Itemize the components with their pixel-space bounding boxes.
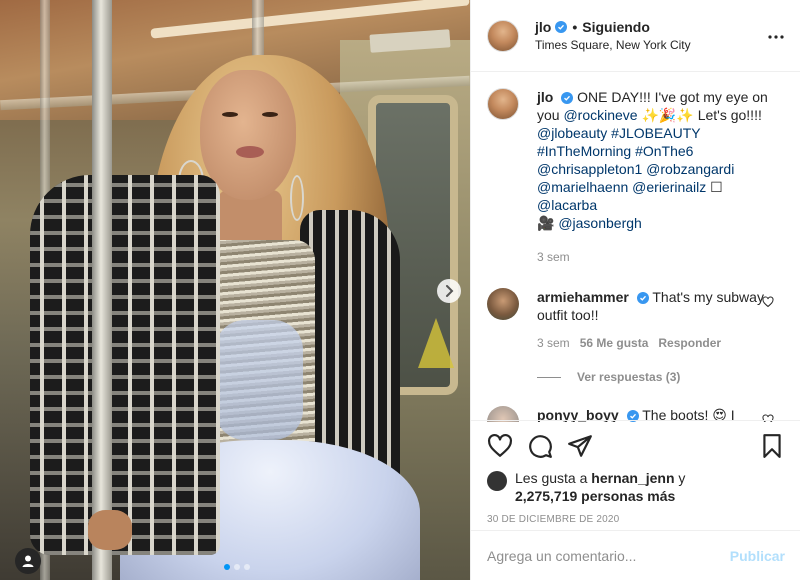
comment-username[interactable]: armiehammer <box>537 289 629 305</box>
caption-meta: 3 sem <box>537 248 769 266</box>
carousel-dot <box>244 564 250 570</box>
likes-count[interactable]: 2,275,719 personas más <box>515 488 675 504</box>
comment-time[interactable]: 3 sem <box>537 334 570 352</box>
bookmark-icon[interactable] <box>759 433 785 459</box>
mention-link[interactable]: @robzangardi <box>646 161 734 177</box>
heart-icon[interactable] <box>762 296 774 308</box>
comments-list[interactable]: jlo ONE DAY!!! I've got my eye on you @r… <box>471 72 800 422</box>
separator-dot: • <box>572 19 578 35</box>
post-header: jlo • Siguiendo Times Square, New York C… <box>471 0 800 72</box>
view-replies-button[interactable]: Ver respuestas (3) <box>537 370 784 384</box>
comment-likes[interactable]: 56 Me gusta <box>580 334 649 352</box>
replies-line <box>537 376 561 378</box>
like-heart-icon[interactable] <box>487 433 513 459</box>
post-side-panel: jlo • Siguiendo Times Square, New York C… <box>470 0 800 580</box>
carousel-dot <box>234 564 240 570</box>
hand <box>88 510 132 550</box>
earring <box>290 175 304 221</box>
hashtag-link[interactable]: #InTheMorning <box>537 143 631 159</box>
bodice <box>215 320 303 440</box>
publish-button[interactable]: Publicar <box>730 548 785 564</box>
carousel-indicator <box>224 564 250 570</box>
post-photo[interactable] <box>0 0 470 580</box>
caption-time[interactable]: 3 sem <box>537 248 570 266</box>
avatar[interactable] <box>487 19 519 52</box>
liker-avatar[interactable] <box>487 471 507 491</box>
add-comment-form: Publicar <box>471 530 800 580</box>
mention-link[interactable]: @marielhaenn <box>537 179 628 195</box>
location-link[interactable]: Times Square, New York City <box>535 38 691 52</box>
verified-badge-icon <box>561 92 574 104</box>
tagged-users-button[interactable] <box>15 548 41 574</box>
subway-pole <box>92 0 112 580</box>
carousel-next-button[interactable] <box>437 279 461 303</box>
caption-emoji: ✨🎉✨ <box>637 107 698 123</box>
more-horizontal-icon <box>768 35 784 39</box>
avatar[interactable] <box>487 88 519 120</box>
eye <box>262 112 278 117</box>
caption-text: Let's go!!!! <box>697 107 762 123</box>
carousel-dot-active <box>224 564 230 570</box>
author-username[interactable]: jlo <box>535 19 551 35</box>
eye <box>222 112 238 117</box>
mention-link[interactable]: @jasonbergh <box>558 215 642 231</box>
mention-link[interactable]: @rockineve <box>563 107 637 123</box>
user-icon <box>22 555 34 567</box>
comment-bubble-icon[interactable] <box>527 433 553 459</box>
jacket-left <box>30 175 220 555</box>
lips <box>236 146 264 158</box>
comment-item: armiehammer That's my subway outfit too!… <box>487 288 784 352</box>
reply-button[interactable]: Responder <box>658 334 721 352</box>
chevron-right-icon <box>446 285 454 297</box>
comment-input[interactable] <box>487 547 730 564</box>
share-send-icon[interactable] <box>567 433 593 459</box>
more-options-button[interactable] <box>768 26 784 44</box>
mention-link[interactable]: @erierinailz <box>632 179 706 195</box>
caption-username[interactable]: jlo <box>537 89 553 105</box>
comment-body: armiehammer That's my subway outfit too!… <box>537 288 769 352</box>
verified-badge-icon <box>555 21 568 33</box>
mention-link[interactable]: @chrisappleton1 <box>537 161 642 177</box>
likes-suffix: y <box>674 470 686 486</box>
following-button[interactable]: Siguiendo <box>582 19 650 35</box>
caption: jlo ONE DAY!!! I've got my eye on you @r… <box>487 88 784 266</box>
box-glyph: ☐ <box>706 179 723 195</box>
comment-meta: 3 sem 56 Me gusta Responder <box>537 334 769 352</box>
camera-icon: 🎥 <box>537 215 555 231</box>
verified-badge-icon <box>636 292 649 304</box>
likes-summary: Les gusta a hernan_jenn y 2,275,719 pers… <box>487 469 785 505</box>
post-date[interactable]: 30 DE DICIEMBRE DE 2020 <box>487 514 785 525</box>
view-replies-label: Ver respuestas (3) <box>577 370 681 384</box>
avatar[interactable] <box>487 288 519 320</box>
likes-prefix: Les gusta a <box>515 470 592 486</box>
caption-body: jlo ONE DAY!!! I've got my eye on you @r… <box>537 88 769 266</box>
post-actions: Les gusta a hernan_jenn y 2,275,719 pers… <box>471 420 800 530</box>
hashtag-link[interactable]: #JLOBEAUTY <box>611 125 700 141</box>
hashtag-link[interactable]: #OnThe6 <box>635 143 693 159</box>
mention-link[interactable]: @lacarba <box>537 197 597 213</box>
mention-link[interactable]: @jlobeauty <box>537 125 607 141</box>
liker-username[interactable]: hernan_jenn <box>591 470 674 486</box>
